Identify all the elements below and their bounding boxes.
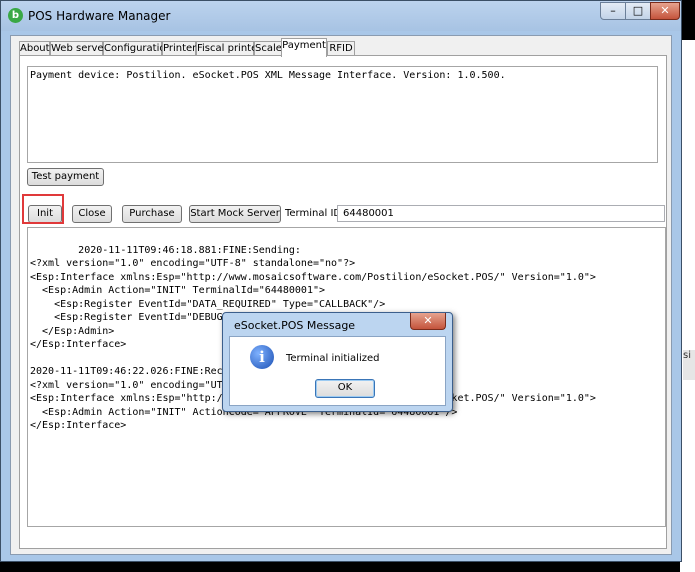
dialog-title: eSocket.POS Message: [234, 319, 356, 332]
dialog-close-button[interactable]: ✕: [410, 313, 446, 330]
dialog-message: Terminal initialized: [286, 353, 380, 364]
purchase-button[interactable]: Purchase: [122, 205, 182, 223]
tab-printer[interactable]: Printer: [162, 41, 196, 56]
terminal-id-input[interactable]: 64480001: [337, 205, 665, 222]
tab-payment[interactable]: Payment: [281, 38, 327, 57]
maximize-button[interactable]: □: [625, 2, 651, 20]
title-bar[interactable]: b POS Hardware Manager – □ ✕: [1, 1, 681, 31]
close-window-button[interactable]: ✕: [650, 2, 680, 20]
client-area: About Web server Configuration Printer F…: [10, 35, 672, 555]
tab-about[interactable]: About: [19, 41, 50, 56]
info-icon: i: [250, 345, 274, 369]
dialog-body: i Terminal initialized OK: [229, 336, 446, 406]
main-window: b POS Hardware Manager – □ ✕ About Web s…: [0, 0, 682, 562]
device-info-textarea[interactable]: Payment device: Postilion. eSocket.POS X…: [27, 66, 658, 163]
ok-button[interactable]: OK: [315, 379, 375, 398]
test-payment-button[interactable]: Test payment: [27, 168, 104, 186]
tab-fiscal-printer[interactable]: Fiscal printer: [196, 41, 261, 56]
tab-configuration[interactable]: Configuration: [103, 41, 172, 56]
terminal-id-label: Terminal ID: [285, 208, 342, 219]
payment-panel: Payment device: Postilion. eSocket.POS X…: [19, 55, 667, 549]
background-window-fragment: si: [683, 350, 695, 380]
window-title: POS Hardware Manager: [28, 9, 171, 23]
tab-rfid[interactable]: RFID: [327, 41, 355, 56]
init-highlight-box: [22, 194, 64, 224]
message-dialog: eSocket.POS Message ✕ i Terminal initial…: [222, 312, 453, 412]
background-fragment-text: si: [683, 350, 691, 361]
close-button[interactable]: Close: [72, 205, 112, 223]
start-mock-server-button[interactable]: Start Mock Server: [189, 205, 281, 223]
device-info-text: Payment device: Postilion. eSocket.POS X…: [30, 70, 506, 81]
app-icon: b: [8, 8, 23, 23]
minimize-button[interactable]: –: [600, 2, 626, 20]
tab-scale[interactable]: Scale: [254, 41, 282, 56]
tab-web-server[interactable]: Web server: [50, 41, 108, 56]
background-window: [680, 40, 695, 572]
